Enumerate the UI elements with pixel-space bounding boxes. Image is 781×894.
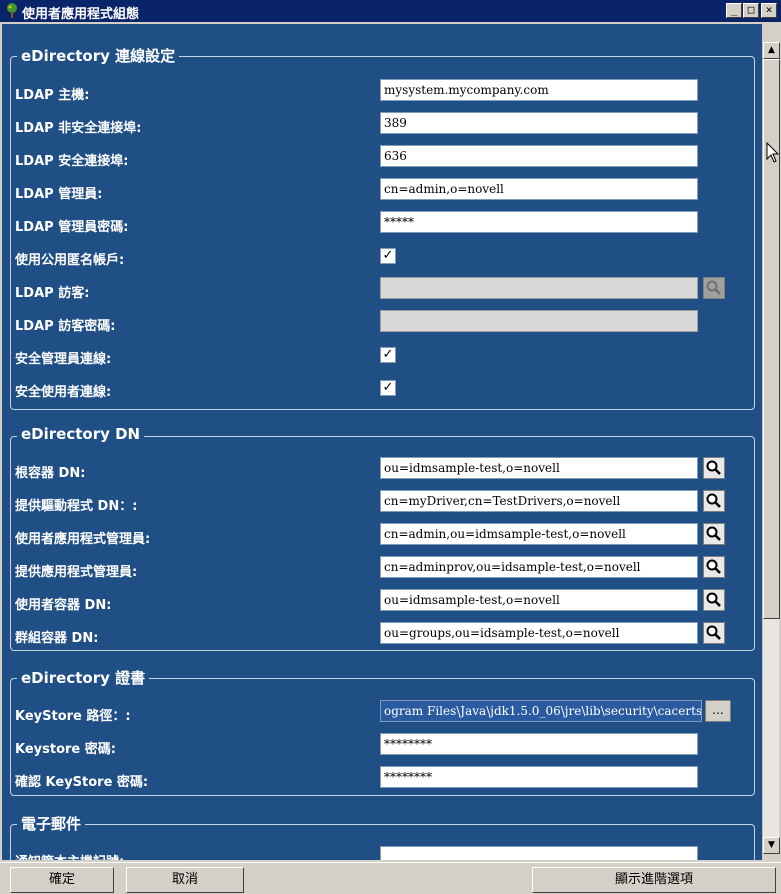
ldap-admin-input[interactable]: cn=admin,o=novell <box>380 178 698 200</box>
secure-admin-label: 安全管理員連線: <box>15 352 112 367</box>
prov-app-admin-label: 提供應用程式管理員: <box>15 565 138 580</box>
keystore-browse-button[interactable]: ... <box>705 700 731 722</box>
ldap-port-label: LDAP 非安全連接埠: <box>15 121 142 136</box>
button-bar: 確定 取消 顯示進階選項 <box>0 862 781 894</box>
confirm-keystore-password-row: 確認 KeyStore 密碼: ******** <box>11 763 756 795</box>
driver-dn-row: 提供驅動程式 DN：: cn=myDriver,cn=TestDrivers,o… <box>11 487 756 519</box>
user-app-admin-lookup-button[interactable] <box>703 523 725 545</box>
ldap-admin-label: LDAP 管理員: <box>15 187 103 202</box>
ldap-admin-password-input[interactable]: ***** <box>380 211 698 233</box>
scroll-down-arrow-icon[interactable]: ▼ <box>763 837 780 854</box>
anonymous-account-label: 使用公用匿名帳戶: <box>15 253 125 268</box>
secure-user-row: 安全使用者連線: ✓ <box>11 373 756 405</box>
user-container-input[interactable]: ou=idmsample-test,o=novell <box>380 589 698 611</box>
cert-section: eDirectory 證書 KeyStore 路徑：: ogram Files\… <box>10 667 756 796</box>
ldap-secure-port-label: LDAP 安全連接埠: <box>15 154 129 169</box>
group-container-input[interactable]: ou=groups,ou=idsample-test,o=novell <box>380 622 698 644</box>
ldap-secure-port-row: LDAP 安全連接埠: 636 <box>11 142 756 174</box>
dn-section: eDirectory DN 根容器 DN: ou=idmsample-test,… <box>10 425 756 651</box>
ldap-admin-password-row: LDAP 管理員密碼: ***** <box>11 208 756 240</box>
ldap-guest-password-input[interactable] <box>380 310 698 332</box>
connection-section: eDirectory 連線設定 LDAP 主機: mysystem.mycomp… <box>10 45 756 410</box>
close-button[interactable]: × <box>761 3 777 18</box>
cert-section-title: eDirectory 證書 <box>17 667 150 688</box>
app-window: 使用者應用程式組態 _ □ × eDirectory 連線設定 LDAP 主機:… <box>0 0 781 894</box>
magnifier-icon <box>706 280 721 295</box>
user-app-admin-label: 使用者應用程式管理員: <box>15 532 151 547</box>
maximize-button[interactable]: □ <box>743 3 759 18</box>
driver-dn-label: 提供驅動程式 DN：: <box>15 499 138 514</box>
group-container-lookup-button[interactable] <box>703 622 725 644</box>
ldap-guest-label: LDAP 訪客: <box>15 286 90 301</box>
group-container-label: 群組容器 DN: <box>15 631 99 646</box>
driver-dn-input[interactable]: cn=myDriver,cn=TestDrivers,o=novell <box>380 490 698 512</box>
confirm-keystore-password-label: 確認 KeyStore 密碼: <box>15 775 149 790</box>
group-container-row: 群組容器 DN: ou=groups,ou=idsample-test,o=no… <box>11 619 756 651</box>
magnifier-icon <box>706 625 721 640</box>
ldap-guest-password-row: LDAP 訪客密碼: <box>11 307 756 339</box>
ok-button[interactable]: 確定 <box>10 867 114 893</box>
minimize-button[interactable]: _ <box>726 3 742 18</box>
show-advanced-button[interactable]: 顯示進階選項 <box>532 867 776 893</box>
user-container-row: 使用者容器 DN: ou=idmsample-test,o=novell <box>11 586 756 618</box>
secure-admin-checkbox[interactable]: ✓ <box>380 347 396 363</box>
root-container-label: 根容器 DN: <box>15 466 86 481</box>
ldap-host-input[interactable]: mysystem.mycompany.com <box>380 79 698 101</box>
keystore-path-row: KeyStore 路徑：: ogram Files\Java\jdk1.5.0_… <box>11 697 756 729</box>
keystore-password-row: Keystore 密碼: ******** <box>11 730 756 762</box>
ldap-admin-password-label: LDAP 管理員密碼: <box>15 220 129 235</box>
notify-template-input[interactable] <box>380 846 698 860</box>
config-panel: eDirectory 連線設定 LDAP 主機: mysystem.mycomp… <box>2 24 762 860</box>
magnifier-icon <box>706 526 721 541</box>
ldap-admin-row: LDAP 管理員: cn=admin,o=novell <box>11 175 756 207</box>
ldap-host-label: LDAP 主機: <box>15 88 90 103</box>
notify-template-row: 通知範本主機記號: <box>11 843 756 860</box>
user-container-label: 使用者容器 DN: <box>15 598 112 613</box>
user-app-admin-input[interactable]: cn=admin,ou=idmsample-test,o=novell <box>380 523 698 545</box>
secure-user-checkbox[interactable]: ✓ <box>380 380 396 396</box>
ldap-port-row: LDAP 非安全連接埠: 389 <box>11 109 756 141</box>
root-container-input[interactable]: ou=idmsample-test,o=novell <box>380 457 698 479</box>
anonymous-account-checkbox[interactable]: ✓ <box>380 248 396 264</box>
connection-section-title: eDirectory 連線設定 <box>17 45 180 66</box>
ldap-guest-input[interactable] <box>380 277 698 299</box>
cancel-button[interactable]: 取消 <box>126 867 244 893</box>
root-container-row: 根容器 DN: ou=idmsample-test,o=novell <box>11 454 756 486</box>
email-section-title: 電子郵件 <box>17 813 86 834</box>
ldap-host-row: LDAP 主機: mysystem.mycompany.com <box>11 76 756 108</box>
root-container-lookup-button[interactable] <box>703 457 725 479</box>
user-app-admin-row: 使用者應用程式管理員: cn=admin,ou=idmsample-test,o… <box>11 520 756 552</box>
ldap-secure-port-input[interactable]: 636 <box>380 145 698 167</box>
ldap-port-input[interactable]: 389 <box>380 112 698 134</box>
ldap-guest-lookup-button[interactable] <box>703 277 725 299</box>
keystore-path-label: KeyStore 路徑：: <box>15 709 131 724</box>
anonymous-account-row: 使用公用匿名帳戶: ✓ <box>11 241 756 273</box>
scroll-up-arrow-icon[interactable]: ▲ <box>763 42 780 59</box>
title-bar[interactable]: 使用者應用程式組態 _ □ × <box>0 0 781 22</box>
notify-template-label: 通知範本主機記號: <box>15 851 124 860</box>
prov-app-admin-input[interactable]: cn=adminprov,ou=idsample-test,o=novell <box>380 556 698 578</box>
secure-admin-row: 安全管理員連線: ✓ <box>11 340 756 372</box>
prov-app-admin-lookup-button[interactable] <box>703 556 725 578</box>
mouse-cursor-icon <box>766 142 780 163</box>
ldap-guest-row: LDAP 訪客: <box>11 274 756 306</box>
magnifier-icon <box>706 559 721 574</box>
magnifier-icon <box>706 592 721 607</box>
tree-icon <box>7 3 17 18</box>
ldap-guest-password-label: LDAP 訪客密碼: <box>15 319 116 334</box>
email-section: 電子郵件 通知範本主機記號: <box>10 813 756 860</box>
keystore-path-input[interactable]: ogram Files\Java\jdk1.5.0_06\jre\lib\sec… <box>380 700 702 722</box>
keystore-password-input[interactable]: ******** <box>380 733 698 755</box>
window-title: 使用者應用程式組態 <box>22 7 140 22</box>
user-container-lookup-button[interactable] <box>703 589 725 611</box>
secure-user-label: 安全使用者連線: <box>15 385 112 400</box>
prov-app-admin-row: 提供應用程式管理員: cn=adminprov,ou=idsample-test… <box>11 553 756 585</box>
magnifier-icon <box>706 493 721 508</box>
dn-section-title: eDirectory DN <box>17 425 145 443</box>
confirm-keystore-password-input[interactable]: ******** <box>380 766 698 788</box>
driver-dn-lookup-button[interactable] <box>703 490 725 512</box>
magnifier-icon <box>706 460 721 475</box>
keystore-password-label: Keystore 密碼: <box>15 742 116 757</box>
